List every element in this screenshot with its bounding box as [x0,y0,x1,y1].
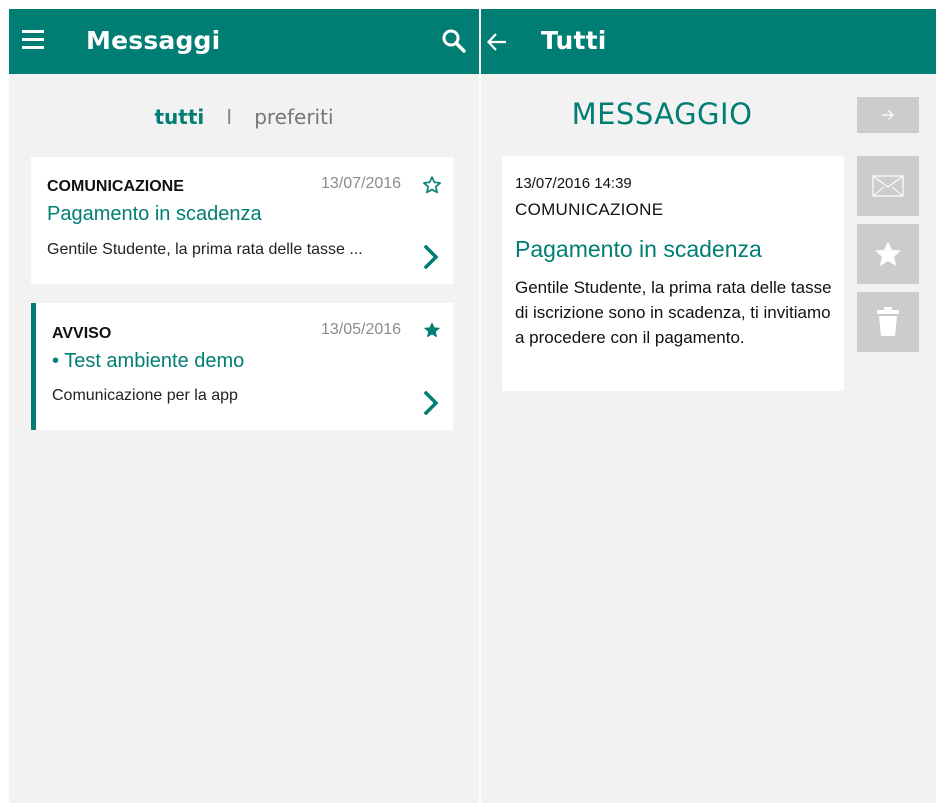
reply-mail-button[interactable] [857,156,919,216]
message-category: COMUNICAZIONE [47,178,184,195]
message-subject: Pagamento in scadenza [515,236,762,262]
messages-list-screen: Messaggi tutti Ipreferiti COMUNICAZIONE 1… [9,9,479,803]
arrow-right-icon [882,110,894,120]
message-datetime: 13/07/2016 14:39 [515,175,632,192]
chevron-right-icon[interactable] [423,390,439,416]
section-heading: MESSAGGIO [571,97,753,131]
message-preview: Comunicazione per la app [52,387,238,404]
message-subject: • Test ambiente demo [52,350,245,372]
message-preview: Gentile Studente, la prima rata delle ta… [47,241,363,258]
message-body: Gentile Studente, la prima rata delle ta… [515,278,832,347]
tab-favorites[interactable]: preferiti [254,105,333,129]
favorite-button[interactable] [857,224,919,284]
message-card[interactable]: COMUNICAZIONE 13/07/2016 Pagamento in sc… [31,157,453,284]
back-icon[interactable] [486,31,508,53]
message-date: 13/05/2016 [321,321,402,338]
page-title: Messaggi [86,26,221,55]
tab-all[interactable]: tutti [155,105,205,129]
menu-icon[interactable] [22,30,44,50]
star-icon [874,241,902,266]
app-bar: Messaggi [9,9,479,74]
app-bar: Tutti [481,9,936,74]
message-date: 13/07/2016 [321,175,402,192]
mail-icon [872,175,904,197]
message-detail-screen: Tutti MESSAGGIO 13/07/2016 14:39 COMUNIC… [481,9,936,803]
delete-button[interactable] [857,292,919,352]
search-icon[interactable] [441,28,467,54]
message-detail-card: 13/07/2016 14:39 COMUNICAZIONE Pagamento… [502,156,844,391]
next-button[interactable] [857,97,919,133]
message-subject: Pagamento in scadenza [47,203,262,225]
star-filled-icon[interactable] [422,320,442,340]
star-outline-icon[interactable] [422,175,442,195]
trash-icon [877,307,899,336]
tab-separator: I [226,105,233,129]
filter-tabs: tutti Ipreferiti [9,105,479,129]
message-card[interactable]: AVVISO 13/05/2016 • Test ambiente demo C… [31,303,453,430]
page-title: Tutti [541,26,607,55]
chevron-right-icon[interactable] [423,244,439,270]
message-category: COMUNICAZIONE [515,200,664,219]
message-category: AVVISO [52,325,112,342]
